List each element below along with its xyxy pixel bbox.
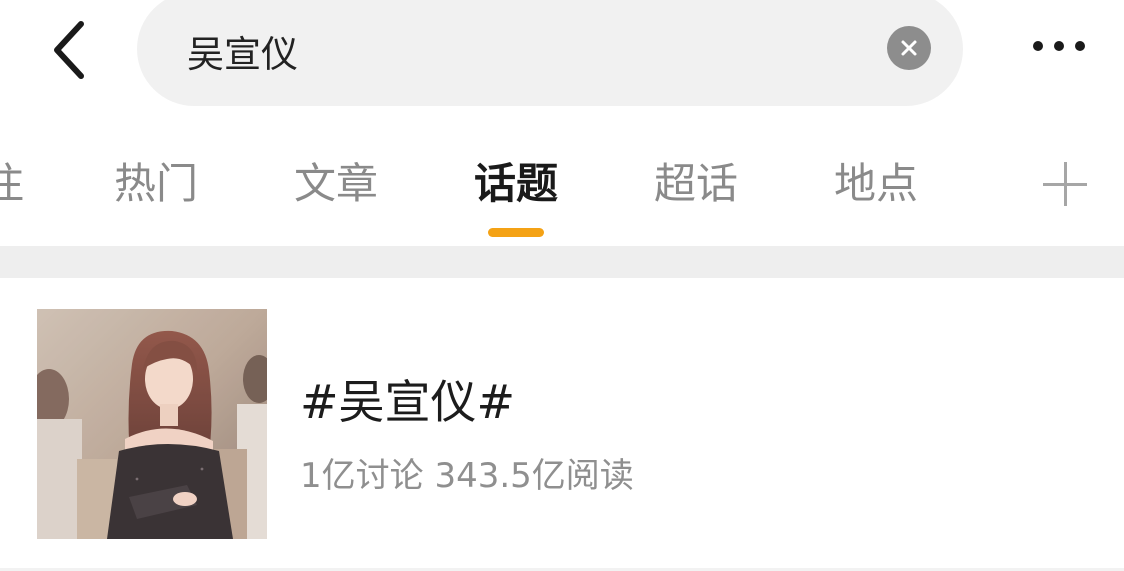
search-bar[interactable] [137,0,963,106]
add-tab-button[interactable] [1043,162,1087,206]
tab-topics[interactable]: 话题 [470,156,562,212]
tab-hot[interactable]: 热门 [110,156,202,212]
tab-places[interactable]: 地点 [830,156,922,212]
topic-title: #吴宣仪# [300,375,516,429]
topic-stats: 1亿讨论 343.5亿阅读 [300,456,634,496]
search-results-page: 注 热门 文章 话题 超话 地点 [0,0,1124,571]
tab-articles[interactable]: 文章 [290,156,382,212]
section-divider [0,246,1124,278]
search-input[interactable] [187,26,847,76]
more-horizontal-icon [1033,41,1043,51]
tab-super-topics[interactable]: 超话 [650,156,742,212]
clear-icon [901,40,917,56]
topic-photo [37,309,267,539]
more-dot [1054,41,1064,51]
clear-button[interactable] [887,26,931,70]
topic-thumbnail [37,309,267,539]
chevron-left-icon [54,21,84,79]
active-tab-indicator [488,228,544,237]
topic-result-card[interactable]: #吴宣仪# 1亿讨论 343.5亿阅读 [0,278,1124,571]
back-button[interactable] [34,10,104,90]
tab-follow[interactable]: 注 [0,156,28,212]
more-button[interactable] [1014,24,1104,68]
category-tabs: 注 热门 文章 话题 超话 地点 [0,150,1124,245]
more-dot [1075,41,1085,51]
